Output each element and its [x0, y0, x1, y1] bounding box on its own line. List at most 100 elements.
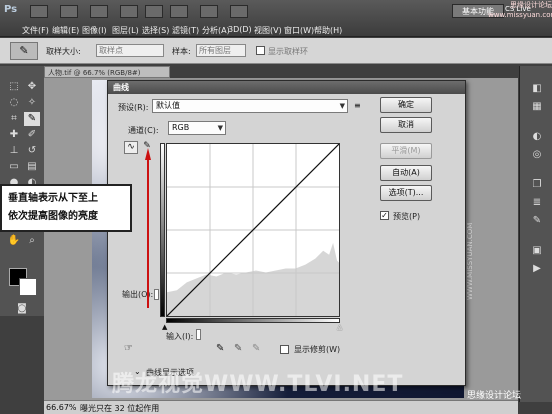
- lasso-tool-icon[interactable]: ◌: [6, 96, 22, 110]
- panel-dock: ◧ ▦ ◐ ◎ ❐ ≣ ✎ ▣ ▶: [519, 66, 552, 402]
- black-eyedropper-icon[interactable]: ✎: [216, 343, 224, 354]
- channel-label: 通道(C):: [128, 126, 159, 135]
- black-point-slider-icon[interactable]: ▲: [162, 323, 167, 331]
- history-brush-icon[interactable]: ↺: [24, 144, 40, 158]
- options-bar: ✎ 取样大小: 取样点 样本: 所有图层 显示取样环: [0, 38, 552, 64]
- quick-select-tool-icon[interactable]: ✧: [24, 96, 40, 110]
- sample-size-select[interactable]: 取样点: [96, 44, 164, 57]
- layers-panel-icon[interactable]: ❐: [529, 178, 545, 192]
- eyedropper-preset-icon[interactable]: ✎: [10, 42, 38, 60]
- ok-button[interactable]: 确定: [380, 97, 432, 113]
- minibridge-icon[interactable]: [60, 5, 78, 18]
- menu-item[interactable]: 帮助(H): [314, 25, 342, 36]
- hand-tool-icon[interactable]: [145, 5, 163, 18]
- bridge-icon[interactable]: [30, 5, 48, 18]
- annotation-arrow: [145, 148, 151, 308]
- preview-label: 预览(P): [393, 212, 421, 221]
- watermark-side: WWW.MISSYUAN.COM: [466, 222, 474, 300]
- brush-tool-icon[interactable]: ✐: [24, 128, 40, 142]
- on-image-adjust-icon[interactable]: ☞: [124, 343, 133, 354]
- view-extras-icon[interactable]: [90, 5, 108, 18]
- marquee-tool-icon[interactable]: ⬚: [6, 80, 22, 94]
- menu-item[interactable]: 分析(A): [202, 25, 230, 36]
- input-field[interactable]: [196, 329, 201, 340]
- zoom-level-icon[interactable]: [120, 5, 138, 18]
- preview-checkbox[interactable]: ✓: [380, 211, 389, 220]
- watermark-top: 思缘设计论坛 www.missyuan.com: [488, 1, 552, 19]
- zoom-readout[interactable]: 66.67%: [46, 403, 77, 412]
- menu-item[interactable]: 编辑(E): [52, 25, 79, 36]
- preset-label: 预设(R):: [118, 103, 149, 112]
- swatches-panel-icon[interactable]: ▦: [529, 100, 545, 114]
- output-field[interactable]: [154, 289, 159, 300]
- sample-select[interactable]: 所有图层: [196, 44, 246, 57]
- curves-dialog: 曲线 预设(R): 默认值 ▼ ≡ 通道(C): RGB ▼ ∿ ✎ ▲ △ 输…: [107, 80, 466, 386]
- preset-value: 默认值: [156, 101, 180, 110]
- callout-line-1: 垂直轴表示从下至上: [8, 193, 98, 204]
- input-gradient-bar: [166, 318, 340, 323]
- paths-panel-icon[interactable]: ✎: [529, 214, 545, 228]
- quick-mask-icon[interactable]: ◙: [14, 302, 30, 316]
- menu-item[interactable]: 图像(I): [82, 25, 107, 36]
- options-button[interactable]: 选项(T)...: [380, 185, 432, 201]
- document-tab[interactable]: 人物.tif @ 66.7% (RGB/8#): [44, 66, 170, 78]
- move-tool-icon[interactable]: ✥: [24, 80, 40, 94]
- actions-panel-icon[interactable]: ▶: [529, 262, 545, 276]
- preset-select[interactable]: 默认值 ▼: [152, 99, 348, 113]
- show-ring-checkbox[interactable]: [256, 46, 265, 55]
- clone-stamp-icon[interactable]: ⊥: [6, 144, 22, 158]
- screen-mode-icon[interactable]: [230, 5, 248, 18]
- channel-value: RGB: [172, 123, 190, 132]
- masks-panel-icon[interactable]: ◎: [529, 148, 545, 162]
- hand-tool-icon-2[interactable]: ✋: [6, 234, 22, 248]
- menu-item[interactable]: 滤镜(T): [172, 25, 199, 36]
- annotation-callout: 垂直轴表示从下至上 依次提高图像的亮度: [0, 184, 132, 232]
- show-clipping-label: 显示修剪(W): [294, 345, 341, 354]
- history-panel-icon[interactable]: ▣: [529, 244, 545, 258]
- gray-eyedropper-icon[interactable]: ✎: [234, 343, 242, 354]
- chevron-down-icon: ▼: [217, 124, 223, 132]
- callout-line-2: 依次提高图像的亮度: [8, 211, 98, 222]
- menu-item[interactable]: 窗口(W): [284, 25, 314, 36]
- chevron-down-icon: ▼: [339, 102, 345, 110]
- sample-size-label: 取样大小:: [46, 47, 81, 56]
- crop-tool-icon[interactable]: ⌗: [6, 112, 22, 126]
- cancel-button[interactable]: 取消: [380, 117, 432, 133]
- channels-panel-icon[interactable]: ≣: [529, 196, 545, 210]
- healing-brush-icon[interactable]: ✚: [6, 128, 22, 142]
- menu-item[interactable]: 视图(V): [254, 25, 282, 36]
- status-bar: 66.67% 曝光只在 32 位起作用: [44, 400, 518, 414]
- preset-menu-icon[interactable]: ≡: [354, 101, 364, 111]
- color-panel-icon[interactable]: ◧: [529, 82, 545, 96]
- white-point-slider-icon[interactable]: △: [337, 323, 342, 331]
- eyedropper-tool-icon[interactable]: ✎: [24, 112, 40, 126]
- channel-select[interactable]: RGB ▼: [168, 121, 226, 135]
- eraser-tool-icon[interactable]: ▭: [6, 160, 22, 174]
- background-color-swatch[interactable]: [19, 278, 37, 296]
- input-label: 输入(I):: [166, 332, 194, 341]
- curve-graph[interactable]: [166, 143, 340, 317]
- show-clipping-checkbox[interactable]: [280, 345, 289, 354]
- output-gradient-bar: [160, 143, 165, 317]
- dialog-title: 曲线: [108, 81, 465, 94]
- sample-label: 样本:: [172, 47, 191, 56]
- photoshop-logo: Ps: [4, 4, 18, 15]
- menu-item[interactable]: 文件(F): [22, 25, 49, 36]
- watermark-bottom-right: 思缘设计论坛: [467, 391, 522, 401]
- menu-item[interactable]: 选择(S): [142, 25, 169, 36]
- arrange-documents-icon[interactable]: [200, 5, 218, 18]
- watermark-bottom: 腾龙视觉WWW.TLVI.NET: [112, 372, 404, 397]
- adjustments-panel-icon[interactable]: ◐: [529, 130, 545, 144]
- menu-item[interactable]: 图层(L): [112, 25, 139, 36]
- zoom-tool-icon[interactable]: ⌕: [24, 234, 40, 248]
- rotate-view-icon[interactable]: [170, 5, 188, 18]
- menu-item[interactable]: 3D(D): [228, 25, 252, 34]
- smooth-button[interactable]: 平滑(M): [380, 143, 432, 159]
- show-ring-label: 显示取样环: [268, 47, 308, 56]
- status-text: 曝光只在 32 位起作用: [80, 404, 160, 413]
- curve-edit-icon[interactable]: ∿: [124, 141, 138, 154]
- white-eyedropper-icon[interactable]: ✎: [252, 343, 260, 354]
- gradient-tool-icon[interactable]: ▤: [24, 160, 40, 174]
- auto-button[interactable]: 自动(A): [380, 165, 432, 181]
- application-bar: Ps 基本功能 CS Live 思缘设计论坛 www.missyuan.com …: [0, 0, 552, 37]
